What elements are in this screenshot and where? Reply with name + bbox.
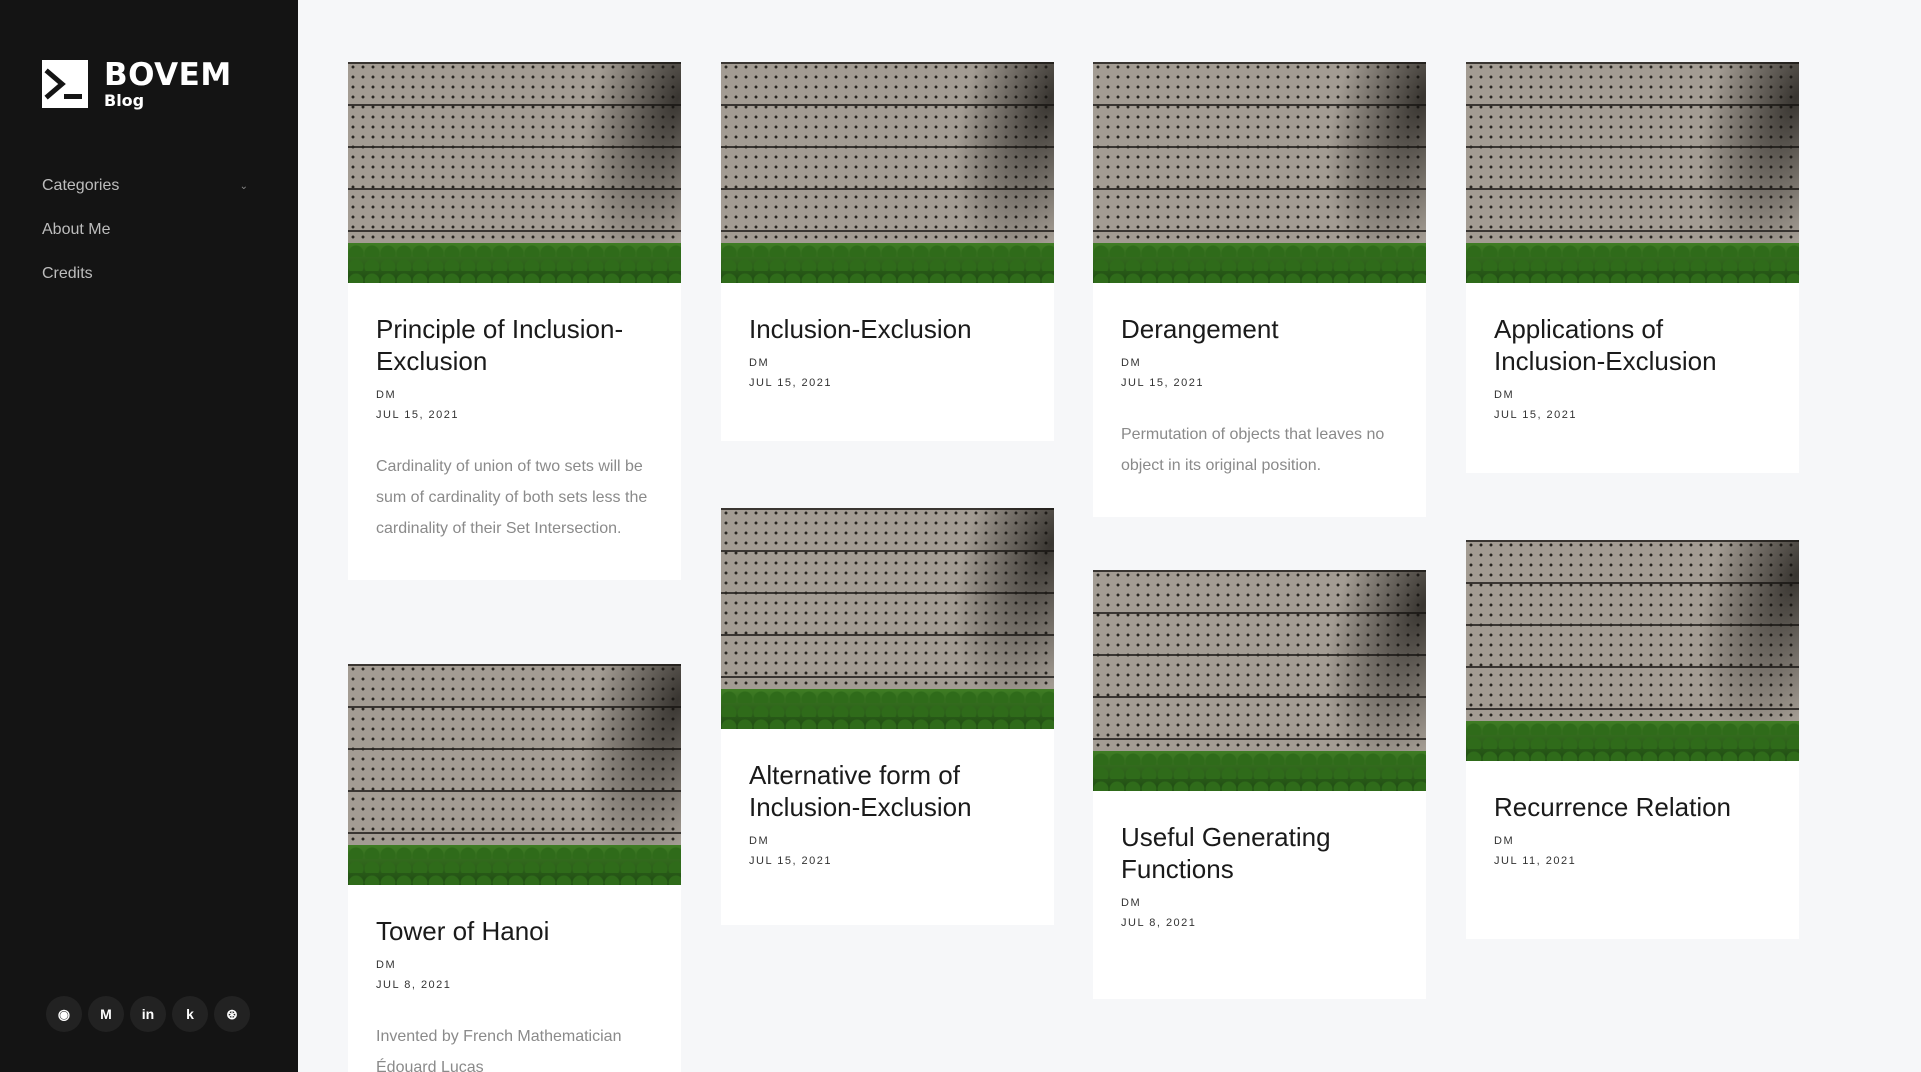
post-author: DM: [376, 959, 397, 971]
post-excerpt: Cardinality of union of two sets will be…: [376, 458, 648, 537]
post-date: JUL 15, 2021: [1494, 409, 1578, 421]
post-card[interactable]: Principle of Inclusion-Exclusion DM JUL …: [348, 62, 681, 580]
dribbble-icon[interactable]: ⊛: [214, 996, 250, 1032]
post-cover-image: [1093, 62, 1426, 283]
post-cover-image: [721, 62, 1054, 283]
nav-item-label: About Me: [42, 221, 111, 238]
blog-logo[interactable]: BOVEM Blog: [42, 60, 232, 110]
post-card[interactable]: Alternative form of Inclusion-Exclusion …: [721, 508, 1054, 925]
post-cover-image: [1093, 570, 1426, 791]
nav-item-label: Credits: [42, 265, 93, 282]
post-cover-image: [348, 62, 681, 283]
post-card[interactable]: Inclusion-Exclusion DM JUL 15, 2021: [721, 62, 1054, 441]
post-title[interactable]: Alternative form of Inclusion-Exclusion: [749, 759, 1026, 823]
post-author: DM: [1121, 897, 1142, 909]
post-author: DM: [1494, 835, 1515, 847]
kaggle-icon[interactable]: k: [172, 996, 208, 1032]
nav-item-credits[interactable]: Credits: [42, 252, 252, 296]
post-cover-image: [1466, 540, 1799, 761]
post-title[interactable]: Tower of Hanoi: [376, 915, 653, 947]
medium-icon[interactable]: M: [88, 996, 124, 1032]
post-date: JUL 15, 2021: [749, 855, 833, 867]
brand-title: BOVEM: [104, 57, 232, 93]
post-date: JUL 15, 2021: [749, 377, 833, 389]
post-card[interactable]: Tower of Hanoi DM JUL 8, 2021 Invented b…: [348, 664, 681, 1072]
post-date: JUL 15, 2021: [376, 409, 460, 421]
post-cover-image: [348, 664, 681, 885]
post-excerpt: Permutation of objects that leaves no ob…: [1121, 426, 1385, 474]
social-links: ◉ M in k ⊛: [46, 996, 256, 1032]
nav-item-categories[interactable]: Categories ⌄: [42, 164, 252, 208]
linkedin-icon[interactable]: in: [130, 996, 166, 1032]
post-author: DM: [1494, 389, 1515, 401]
nav-item-about-me[interactable]: About Me: [42, 208, 252, 252]
post-author: DM: [1121, 357, 1142, 369]
post-excerpt: Invented by French Mathematician Édouard…: [376, 1028, 622, 1072]
post-title[interactable]: Useful Generating Functions: [1121, 821, 1398, 885]
post-cover-image: [1466, 62, 1799, 283]
post-date: JUL 11, 2021: [1494, 855, 1577, 867]
terminal-logo-icon: [42, 60, 88, 108]
post-author: DM: [749, 835, 770, 847]
brand-subtitle: Blog: [104, 91, 145, 110]
post-card[interactable]: Applications of Inclusion-Exclusion DM J…: [1466, 62, 1799, 473]
nav-item-label: Categories: [42, 177, 120, 194]
post-date: JUL 8, 2021: [1121, 917, 1197, 929]
post-title[interactable]: Applications of Inclusion-Exclusion: [1494, 313, 1771, 377]
sidebar-nav: Categories ⌄ About Me Credits: [42, 164, 252, 296]
post-card[interactable]: Useful Generating Functions DM JUL 8, 20…: [1093, 570, 1426, 999]
post-card[interactable]: Recurrence Relation DM JUL 11, 2021: [1466, 540, 1799, 939]
post-card[interactable]: Derangement DM JUL 15, 2021 Permutation …: [1093, 62, 1426, 517]
post-title[interactable]: Derangement: [1121, 313, 1398, 345]
post-date: JUL 8, 2021: [376, 979, 452, 991]
post-title[interactable]: Inclusion-Exclusion: [749, 313, 1026, 345]
post-cover-image: [721, 508, 1054, 729]
post-date: JUL 15, 2021: [1121, 377, 1205, 389]
post-author: DM: [376, 389, 397, 401]
post-title[interactable]: Recurrence Relation: [1494, 791, 1771, 823]
post-author: DM: [749, 357, 770, 369]
post-title[interactable]: Principle of Inclusion-Exclusion: [376, 313, 653, 377]
github-icon[interactable]: ◉: [46, 996, 82, 1032]
sidebar: BOVEM Blog Categories ⌄ About Me Credits…: [0, 0, 298, 1072]
chevron-down-icon: ⌄: [239, 180, 248, 192]
